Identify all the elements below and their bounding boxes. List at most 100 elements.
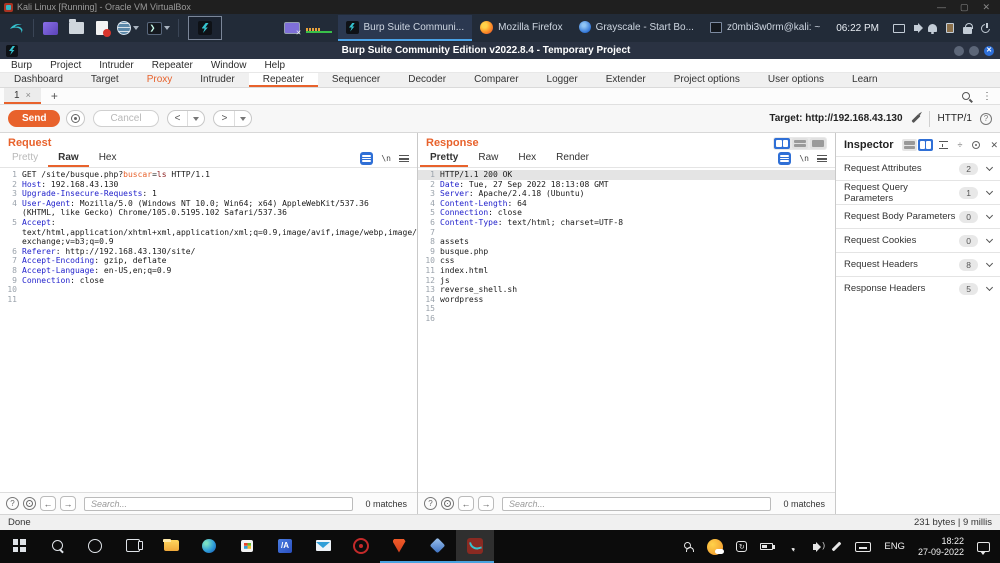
kali-taskbar-item[interactable]: Mozilla Firefox	[472, 15, 570, 41]
inspector-section[interactable]: Request Body Parameters 0	[836, 204, 1000, 228]
kali-taskbar-item[interactable]: Grayscale - Start Bo...	[571, 15, 702, 41]
chevron-down-icon[interactable]	[986, 260, 993, 267]
taskbar-icon[interactable]	[228, 530, 266, 563]
taskbar-icon[interactable]	[0, 530, 38, 563]
taskbar-icon[interactable]	[190, 530, 228, 563]
main-tab[interactable]: Extender	[592, 73, 660, 87]
main-tab[interactable]: Decoder	[394, 73, 460, 87]
chevron-down-icon[interactable]	[986, 236, 993, 243]
chevron-down-icon[interactable]	[986, 212, 993, 219]
wifi-icon[interactable]	[786, 542, 800, 552]
inspector-column-view-button[interactable]	[918, 139, 933, 151]
close-tab-icon[interactable]: ×	[26, 90, 31, 100]
close-icon[interactable]: ✕	[982, 2, 990, 13]
request-editor[interactable]: 1GET /site/busque.php?buscar=ls HTTP/1.1…	[0, 168, 417, 492]
search-help-icon[interactable]: ?	[6, 497, 19, 510]
response-editor[interactable]: 1HTTP/1.1 200 OK2Date: Tue, 27 Sep 2022 …	[418, 168, 835, 492]
menu-item[interactable]: Intruder	[90, 60, 142, 71]
view-tab[interactable]: Pretty	[420, 150, 468, 167]
history-forward-button[interactable]: >	[213, 110, 252, 127]
close-icon[interactable]: ✕	[984, 46, 994, 56]
view-tab[interactable]: Hex	[89, 150, 127, 167]
inspector-section[interactable]: Request Cookies 0	[836, 228, 1000, 252]
chevron-down-icon[interactable]	[986, 164, 993, 171]
language-indicator[interactable]: ENG	[884, 541, 905, 552]
inspector-section[interactable]: Request Headers 8	[836, 252, 1000, 276]
highlight-toggle-icon[interactable]	[778, 152, 791, 165]
chevron-down-icon[interactable]	[986, 284, 993, 291]
inspector-section[interactable]: Request Attributes 2	[836, 156, 1000, 180]
menu-item[interactable]: Help	[255, 60, 294, 71]
kali-menu-button[interactable]	[4, 16, 30, 40]
search-prev-button[interactable]: ←	[40, 496, 56, 511]
view-tab[interactable]: Hex	[508, 150, 546, 167]
search-input[interactable]	[84, 497, 353, 511]
http-version-select[interactable]: HTTP/1	[938, 113, 972, 124]
tray-icon[interactable]	[963, 27, 972, 34]
taskbar-icon[interactable]	[38, 530, 76, 563]
inspector-section[interactable]: Response Headers 5	[836, 276, 1000, 300]
close-icon[interactable]: ✕	[990, 140, 998, 151]
inspector-section[interactable]: Request Query Parameters 1	[836, 180, 1000, 204]
burp-launcher-button[interactable]	[188, 16, 222, 40]
chevron-down-icon[interactable]	[986, 188, 993, 195]
inspector-list-view-button[interactable]	[902, 139, 917, 151]
history-back-button[interactable]: <	[167, 110, 206, 127]
display-settings-icon[interactable]	[284, 22, 300, 34]
more-options-icon[interactable]: ⋮	[982, 91, 992, 102]
main-tab[interactable]: User options	[754, 73, 838, 87]
view-tab[interactable]: Pretty	[2, 150, 48, 167]
weather-icon[interactable]	[707, 539, 723, 555]
edit-target-icon[interactable]	[911, 114, 920, 123]
main-tab[interactable]: Repeater	[249, 73, 318, 87]
taskbar-clock[interactable]: 18:22 27-09-2022	[918, 536, 964, 558]
file-manager-button[interactable]	[63, 16, 89, 40]
main-tab[interactable]: Logger	[533, 73, 592, 87]
volume-icon[interactable]	[813, 544, 818, 550]
search-next-button[interactable]: →	[478, 496, 494, 511]
menu-item[interactable]: Window	[202, 60, 256, 71]
taskbar-icon[interactable]	[380, 530, 418, 563]
terminal-button[interactable]: ❯	[141, 16, 175, 40]
maximize-icon[interactable]	[969, 46, 979, 56]
main-tab[interactable]: Target	[77, 73, 133, 87]
tray-icon[interactable]	[893, 24, 905, 33]
chevron-down-icon[interactable]	[133, 26, 139, 30]
collapse-all-icon[interactable]: ÷	[958, 140, 963, 150]
taskbar-icon[interactable]	[114, 530, 152, 563]
send-settings-button[interactable]	[66, 110, 85, 127]
menu-item[interactable]: Repeater	[143, 60, 202, 71]
editor-menu-icon[interactable]	[817, 155, 827, 162]
show-newlines-icon[interactable]: \n	[799, 154, 809, 163]
panel-clock[interactable]: 06:22 PM	[836, 23, 879, 34]
minimize-icon[interactable]	[954, 46, 964, 56]
layout-rows-button[interactable]	[792, 138, 808, 149]
taskbar-icon[interactable]	[304, 530, 342, 563]
taskbar-icon[interactable]	[342, 530, 380, 563]
chevron-down-icon[interactable]	[240, 117, 246, 121]
search-help-icon[interactable]: ?	[424, 497, 437, 510]
search-icon[interactable]	[962, 92, 970, 100]
help-icon[interactable]: ?	[980, 113, 992, 125]
search-settings-icon[interactable]	[23, 497, 36, 510]
expand-all-icon[interactable]	[939, 141, 948, 149]
layout-single-button[interactable]	[810, 138, 826, 149]
action-center-icon[interactable]	[977, 542, 990, 552]
people-icon[interactable]	[684, 542, 694, 552]
send-button[interactable]: Send	[8, 110, 60, 127]
search-prev-button[interactable]: ←	[458, 496, 474, 511]
main-tab[interactable]: Intruder	[186, 73, 248, 87]
chevron-down-icon[interactable]	[164, 26, 170, 30]
add-tab-button[interactable]: +	[41, 88, 68, 104]
search-settings-icon[interactable]	[441, 497, 454, 510]
main-tab[interactable]: Comparer	[460, 73, 532, 87]
search-next-button[interactable]: →	[60, 496, 76, 511]
maximize-icon[interactable]: ▢	[960, 2, 969, 13]
touch-keyboard-icon[interactable]	[855, 542, 871, 552]
chevron-down-icon[interactable]	[193, 117, 199, 121]
cancel-button[interactable]: Cancel	[93, 110, 158, 127]
main-tab[interactable]: Learn	[838, 73, 892, 87]
main-tab[interactable]: Dashboard	[0, 73, 77, 87]
tray-icon[interactable]	[981, 24, 990, 33]
taskbar-icon[interactable]	[456, 530, 494, 563]
